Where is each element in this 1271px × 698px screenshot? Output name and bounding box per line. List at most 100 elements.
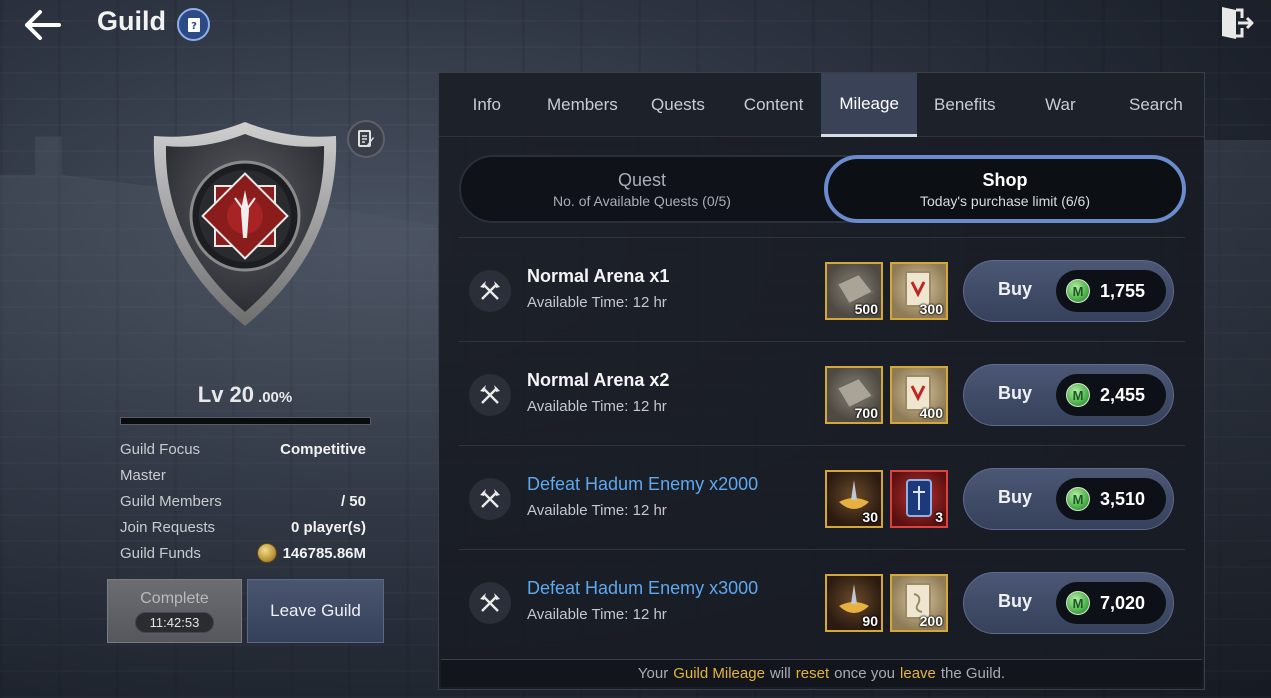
tab-quests[interactable]: Quests (630, 73, 726, 137)
book-icon: ? (187, 17, 200, 32)
guild-info-table: Guild Focus Competitive Master Guild Mem… (120, 436, 366, 566)
note-part: once you (834, 665, 896, 682)
complete-button[interactable]: Complete 11:42:53 (107, 579, 242, 643)
reward-qty: 200 (919, 613, 943, 629)
buy-button[interactable]: Buy M 7,020 (963, 572, 1174, 634)
note-part: the Guild. (940, 665, 1006, 682)
exit-door-icon (1222, 7, 1254, 39)
tab-war[interactable]: War (1013, 73, 1109, 137)
back-button[interactable] (22, 8, 62, 42)
reward-scroll[interactable]: 300 (890, 262, 948, 320)
toggle-quest-option[interactable]: Quest No. of Available Quests (0/5) (461, 157, 823, 221)
item-price: 3,510 (1100, 488, 1146, 509)
info-row-join-requests: Join Requests 0 player(s) (120, 514, 366, 540)
guild-help-icon[interactable]: ? (177, 8, 210, 41)
reward-qty: 3 (935, 509, 943, 525)
toggle-shop-subtitle: Today's purchase limit (6/6) (920, 192, 1090, 209)
item-price: 7,020 (1100, 592, 1146, 613)
mileage-reset-note: Your Guild Mileage will reset once you l… (441, 659, 1202, 687)
price-pill: M 1,755 (1056, 270, 1166, 312)
list-item: Defeat Hadum Enemy x2000 Available Time:… (459, 445, 1185, 549)
tab-members[interactable]: Members (535, 73, 631, 137)
note-part: will (769, 665, 791, 682)
item-time: Available Time: 12 hr (527, 502, 667, 519)
back-arrow-icon (25, 10, 61, 40)
price-pill: M 2,455 (1056, 374, 1166, 416)
item-price: 1,755 (1100, 280, 1146, 301)
tab-content[interactable]: Content (726, 73, 822, 137)
buy-button[interactable]: Buy M 3,510 (963, 468, 1174, 530)
reward-scroll[interactable]: 200 (890, 574, 948, 632)
info-value: / 50 (340, 492, 366, 510)
page-title: Guild (97, 6, 166, 36)
gold-coin-icon (256, 543, 277, 563)
crossed-axes-icon (469, 270, 511, 312)
info-label: Guild Focus (120, 440, 201, 458)
tab-info[interactable]: Info (439, 73, 535, 137)
list-item: Defeat Hadum Enemy x3000 Available Time:… (459, 549, 1185, 653)
info-label: Guild Funds (120, 544, 201, 562)
price-pill: M 3,510 (1056, 478, 1166, 520)
toggle-shop-title: Shop (982, 169, 1028, 190)
item-name: Normal Arena x1 (527, 266, 670, 286)
level-label: Lv 20 (197, 382, 255, 407)
edit-guild-button[interactable] (347, 120, 385, 158)
mileage-coin-icon: M (1066, 487, 1090, 511)
item-name: Defeat Hadum Enemy x2000 (527, 474, 759, 494)
buy-label: Buy (998, 591, 1033, 611)
toggle-quest-subtitle: No. of Available Quests (0/5) (553, 192, 731, 209)
reward-stone-tablet[interactable]: 500 (825, 262, 883, 320)
info-value: Competitive (280, 440, 366, 458)
mileage-coin-icon: M (1066, 279, 1090, 303)
reward-golden-top[interactable]: 30 (825, 470, 883, 528)
note-highlight: Guild Mileage (673, 665, 765, 682)
mileage-shop-list: Normal Arena x1 Available Time: 12 hr 50… (459, 237, 1185, 653)
reward-qty: 90 (862, 613, 878, 629)
mileage-coin-icon: M (1066, 591, 1090, 615)
crossed-axes-icon (469, 374, 511, 416)
info-row-focus: Guild Focus Competitive (120, 436, 366, 462)
quest-shop-toggle: Quest No. of Available Quests (0/5) Shop… (459, 155, 1186, 223)
item-time: Available Time: 12 hr (527, 294, 667, 311)
buy-label: Buy (998, 383, 1033, 403)
background-wall-right (1201, 140, 1271, 680)
reward-qty: 500 (854, 301, 878, 317)
complete-timer: 11:42:53 (134, 611, 215, 633)
info-label: Join Requests (120, 518, 216, 536)
guild-emblem (150, 118, 340, 330)
note-part: Your (637, 665, 669, 682)
info-label: Guild Members (120, 492, 222, 510)
reward-qty: 700 (854, 405, 878, 421)
exit-button[interactable] (1218, 4, 1256, 42)
item-time: Available Time: 12 hr (527, 398, 667, 415)
reward-scroll[interactable]: 400 (890, 366, 948, 424)
tab-mileage[interactable]: Mileage (821, 73, 917, 137)
mileage-coin-icon: M (1066, 383, 1090, 407)
buy-button[interactable]: Buy M 1,755 (963, 260, 1174, 322)
info-value: 0 player(s) (290, 518, 366, 536)
complete-label: Complete (140, 589, 209, 607)
info-row-members: Guild Members / 50 (120, 488, 366, 514)
edit-note-icon (358, 130, 374, 147)
toggle-shop-option[interactable]: Shop Today's purchase limit (6/6) (824, 155, 1186, 223)
tab-bar: Info Members Quests Content Mileage Bene… (439, 73, 1204, 137)
item-name: Normal Arena x2 (527, 370, 670, 390)
item-time: Available Time: 12 hr (527, 606, 667, 623)
buy-label: Buy (998, 487, 1033, 507)
list-item: Normal Arena x1 Available Time: 12 hr 50… (459, 237, 1185, 341)
tab-search[interactable]: Search (1108, 73, 1204, 137)
toggle-quest-title: Quest (617, 169, 667, 190)
buy-button[interactable]: Buy M 2,455 (963, 364, 1174, 426)
reward-golden-top[interactable]: 90 (825, 574, 883, 632)
reward-stone-tablet[interactable]: 700 (825, 366, 883, 424)
reward-blue-banner[interactable]: 3 (890, 470, 948, 528)
buy-label: Buy (998, 279, 1033, 299)
info-value-funds: 146785.86M (256, 543, 366, 563)
price-pill: M 7,020 (1056, 582, 1166, 624)
guild-main-panel: Info Members Quests Content Mileage Bene… (438, 72, 1205, 690)
reward-qty: 300 (919, 301, 943, 317)
tab-benefits[interactable]: Benefits (917, 73, 1013, 137)
list-item: Normal Arena x2 Available Time: 12 hr 70… (459, 341, 1185, 445)
item-name: Defeat Hadum Enemy x3000 (527, 578, 759, 598)
leave-guild-button[interactable]: Leave Guild (247, 579, 384, 643)
